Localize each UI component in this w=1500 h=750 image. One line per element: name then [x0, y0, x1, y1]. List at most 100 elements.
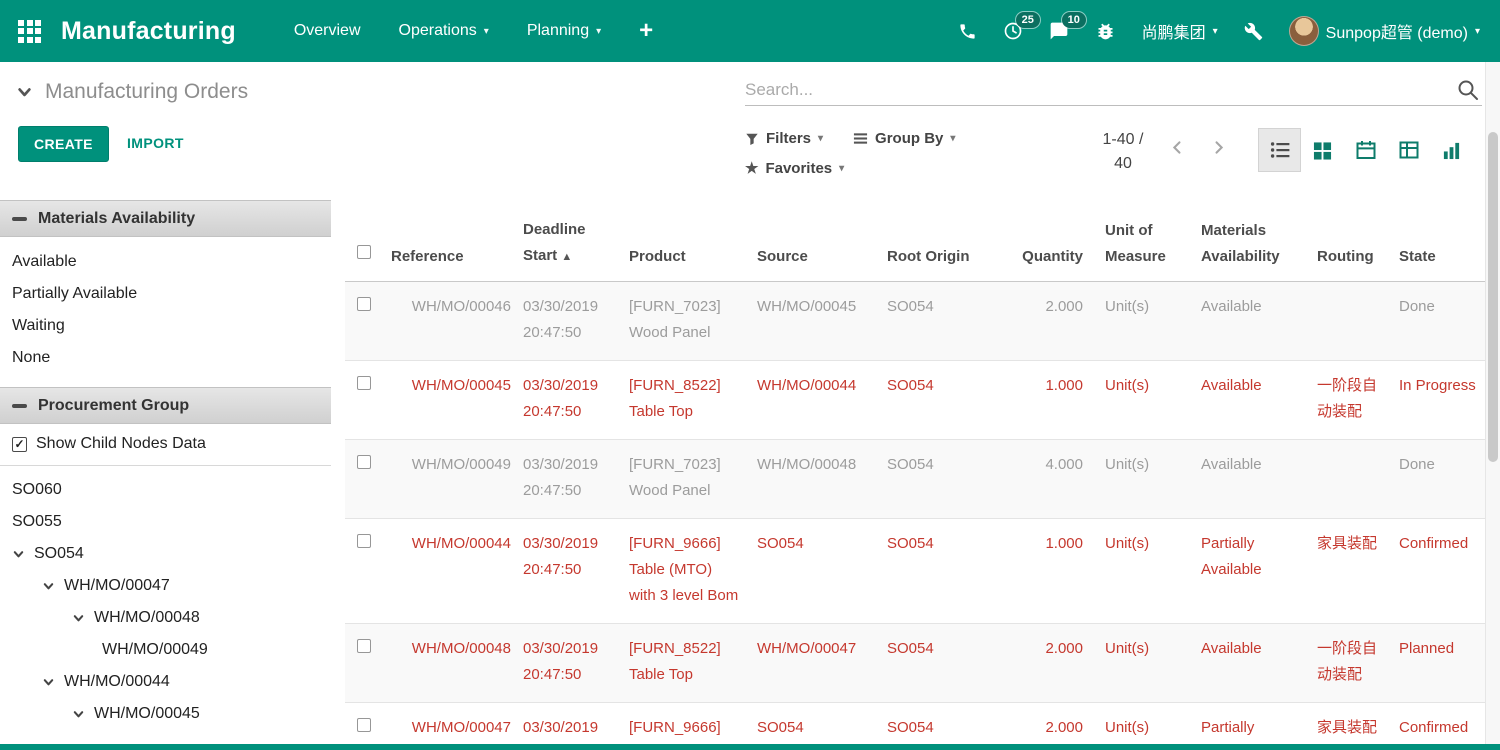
col-source[interactable]: Source	[751, 244, 879, 281]
checkbox-checked-icon[interactable]	[12, 437, 27, 452]
cell-quantity: 2.000	[981, 282, 1097, 360]
create-button[interactable]: CREATE	[18, 126, 109, 162]
row-checkbox[interactable]	[357, 718, 371, 732]
row-checkbox[interactable]	[357, 376, 371, 390]
filter-partially-available[interactable]: Partially Available	[0, 278, 331, 310]
list-view-icon[interactable]	[1258, 128, 1301, 172]
col-reference[interactable]: Reference	[383, 244, 517, 281]
avatar	[1289, 16, 1319, 46]
col-unit-of-measure[interactable]: Unit of Measure	[1097, 218, 1193, 281]
menu-overview[interactable]: Overview	[294, 22, 361, 40]
filter-none[interactable]: None	[0, 342, 331, 374]
user-menu[interactable]: Sunpop超管 (demo)▾	[1289, 16, 1480, 46]
table-row[interactable]: WH/MO/00045 03/30/2019 20:47:50 [FURN_85…	[345, 361, 1485, 440]
chevron-down-icon[interactable]	[16, 84, 33, 101]
table-row[interactable]: WH/MO/00049 03/30/2019 20:47:50 [FURN_70…	[345, 440, 1485, 519]
cell-uom: Unit(s)	[1097, 624, 1193, 702]
voip-phone-icon[interactable]	[958, 22, 977, 41]
procurement-group-tree: SO060 SO055 SO054 WH/MO/00047 WH/MO/0004…	[0, 466, 331, 730]
cell-availability: Available	[1193, 624, 1309, 702]
chevron-down-icon[interactable]	[72, 708, 85, 721]
col-materials-availability[interactable]: Materials Availability	[1193, 218, 1309, 281]
pivot-view-icon[interactable]	[1387, 128, 1430, 172]
activities-clock-icon[interactable]: 25	[1003, 21, 1023, 41]
col-product[interactable]: Product	[621, 244, 751, 281]
filter-available[interactable]: Available	[0, 246, 331, 278]
pager-range: 1-40 /	[1103, 131, 1144, 148]
show-child-nodes-toggle[interactable]: Show Child Nodes Data	[0, 424, 331, 466]
control-panel: Manufacturing Orders CREATE IMPORT Filte…	[0, 62, 1485, 200]
scrollbar-thumb[interactable]	[1488, 132, 1498, 462]
table-row[interactable]: WH/MO/00046 03/30/2019 20:47:50 [FURN_70…	[345, 282, 1485, 361]
filters-menu[interactable]: Filters▾	[745, 130, 823, 147]
chevron-down-icon[interactable]	[72, 612, 85, 625]
tree-item[interactable]: WH/MO/00047	[0, 570, 331, 602]
table-row[interactable]: WH/MO/00048 03/30/2019 20:47:50 [FURN_85…	[345, 624, 1485, 703]
support-wrench-icon[interactable]	[1244, 22, 1263, 41]
search-icon[interactable]	[1456, 78, 1480, 102]
messages-chat-icon[interactable]: 10	[1049, 21, 1069, 41]
group-by-bars-icon	[853, 131, 868, 146]
debug-bug-icon[interactable]	[1095, 21, 1116, 42]
tree-item-label: WH/MO/00047	[64, 570, 170, 602]
filter-waiting[interactable]: Waiting	[0, 310, 331, 342]
cell-root-origin: SO054	[879, 519, 981, 623]
row-checkbox[interactable]	[357, 639, 371, 653]
col-deadline-start[interactable]: Deadline Start ▲	[517, 217, 621, 281]
favorites-menu[interactable]: ★Favorites▾	[745, 159, 844, 177]
import-button[interactable]: IMPORT	[127, 135, 184, 151]
graph-view-icon[interactable]	[1430, 128, 1473, 172]
table-row[interactable]: WH/MO/00044 03/30/2019 20:47:50 [FURN_96…	[345, 519, 1485, 624]
plus-icon[interactable]: +	[639, 19, 653, 43]
view-switcher	[1258, 128, 1473, 172]
row-checkbox[interactable]	[357, 297, 371, 311]
col-state[interactable]: State	[1397, 244, 1485, 281]
tree-item-label: WH/MO/00045	[94, 698, 200, 730]
group-by-menu[interactable]: Group By▾	[853, 130, 955, 147]
app-title[interactable]: Manufacturing	[61, 17, 236, 46]
menu-operations[interactable]: Operations▾	[399, 22, 489, 40]
pager-previous-icon[interactable]	[1168, 138, 1187, 157]
apps-menu-icon[interactable]	[18, 20, 41, 43]
cell-availability: Partially Available	[1193, 519, 1309, 623]
table-row[interactable]: WH/MO/00047 03/30/2019 20:47:50 [FURN_96…	[345, 703, 1485, 744]
cell-routing: 一阶段自动装配	[1309, 624, 1397, 702]
company-switcher[interactable]: 尚鹏集团▾	[1142, 19, 1218, 43]
chevron-down-icon[interactable]	[12, 548, 25, 561]
tree-item[interactable]: WH/MO/00049	[0, 634, 331, 666]
tree-item[interactable]: WH/MO/00048	[0, 602, 331, 634]
cell-deadline: 03/30/2019 20:47:50	[517, 282, 621, 360]
row-checkbox[interactable]	[357, 455, 371, 469]
cell-root-origin: SO054	[879, 440, 981, 518]
tree-item[interactable]: WH/MO/00044	[0, 666, 331, 698]
tree-item[interactable]: SO055	[0, 506, 331, 538]
tree-item-label: SO055	[12, 506, 62, 538]
materials-availability-options: Available Partially Available Waiting No…	[0, 237, 331, 387]
tree-item[interactable]: WH/MO/00045	[0, 698, 331, 730]
top-navbar: Manufacturing Overview Operations▾ Plann…	[0, 0, 1500, 62]
calendar-view-icon[interactable]	[1344, 128, 1387, 172]
kanban-view-icon[interactable]	[1301, 128, 1344, 172]
table-header: Reference Deadline Start ▲ Product Sourc…	[345, 200, 1485, 282]
col-routing[interactable]: Routing	[1309, 244, 1397, 281]
select-all-checkbox[interactable]	[357, 245, 371, 259]
star-icon: ★	[745, 159, 758, 177]
filter-funnel-icon	[745, 132, 759, 146]
search-input[interactable]	[745, 80, 1456, 100]
pager-total: 40	[1114, 155, 1132, 172]
row-checkbox[interactable]	[357, 534, 371, 548]
section-materials-availability[interactable]: Materials Availability	[0, 200, 331, 237]
vertical-scrollbar[interactable]	[1485, 62, 1500, 744]
group-by-label: Group By	[875, 130, 943, 147]
cell-uom: Unit(s)	[1097, 519, 1193, 623]
pager-next-icon[interactable]	[1209, 138, 1228, 157]
tree-item[interactable]: SO054	[0, 538, 331, 570]
chevron-down-icon[interactable]	[42, 580, 55, 593]
search-panel-sidebar: Materials Availability Available Partial…	[0, 200, 331, 744]
menu-planning[interactable]: Planning▾	[527, 22, 601, 40]
col-root-origin[interactable]: Root Origin	[879, 244, 981, 281]
chevron-down-icon[interactable]	[42, 676, 55, 689]
col-quantity[interactable]: Quantity	[981, 244, 1097, 281]
tree-item[interactable]: SO060	[0, 474, 331, 506]
section-procurement-group[interactable]: Procurement Group	[0, 387, 331, 424]
